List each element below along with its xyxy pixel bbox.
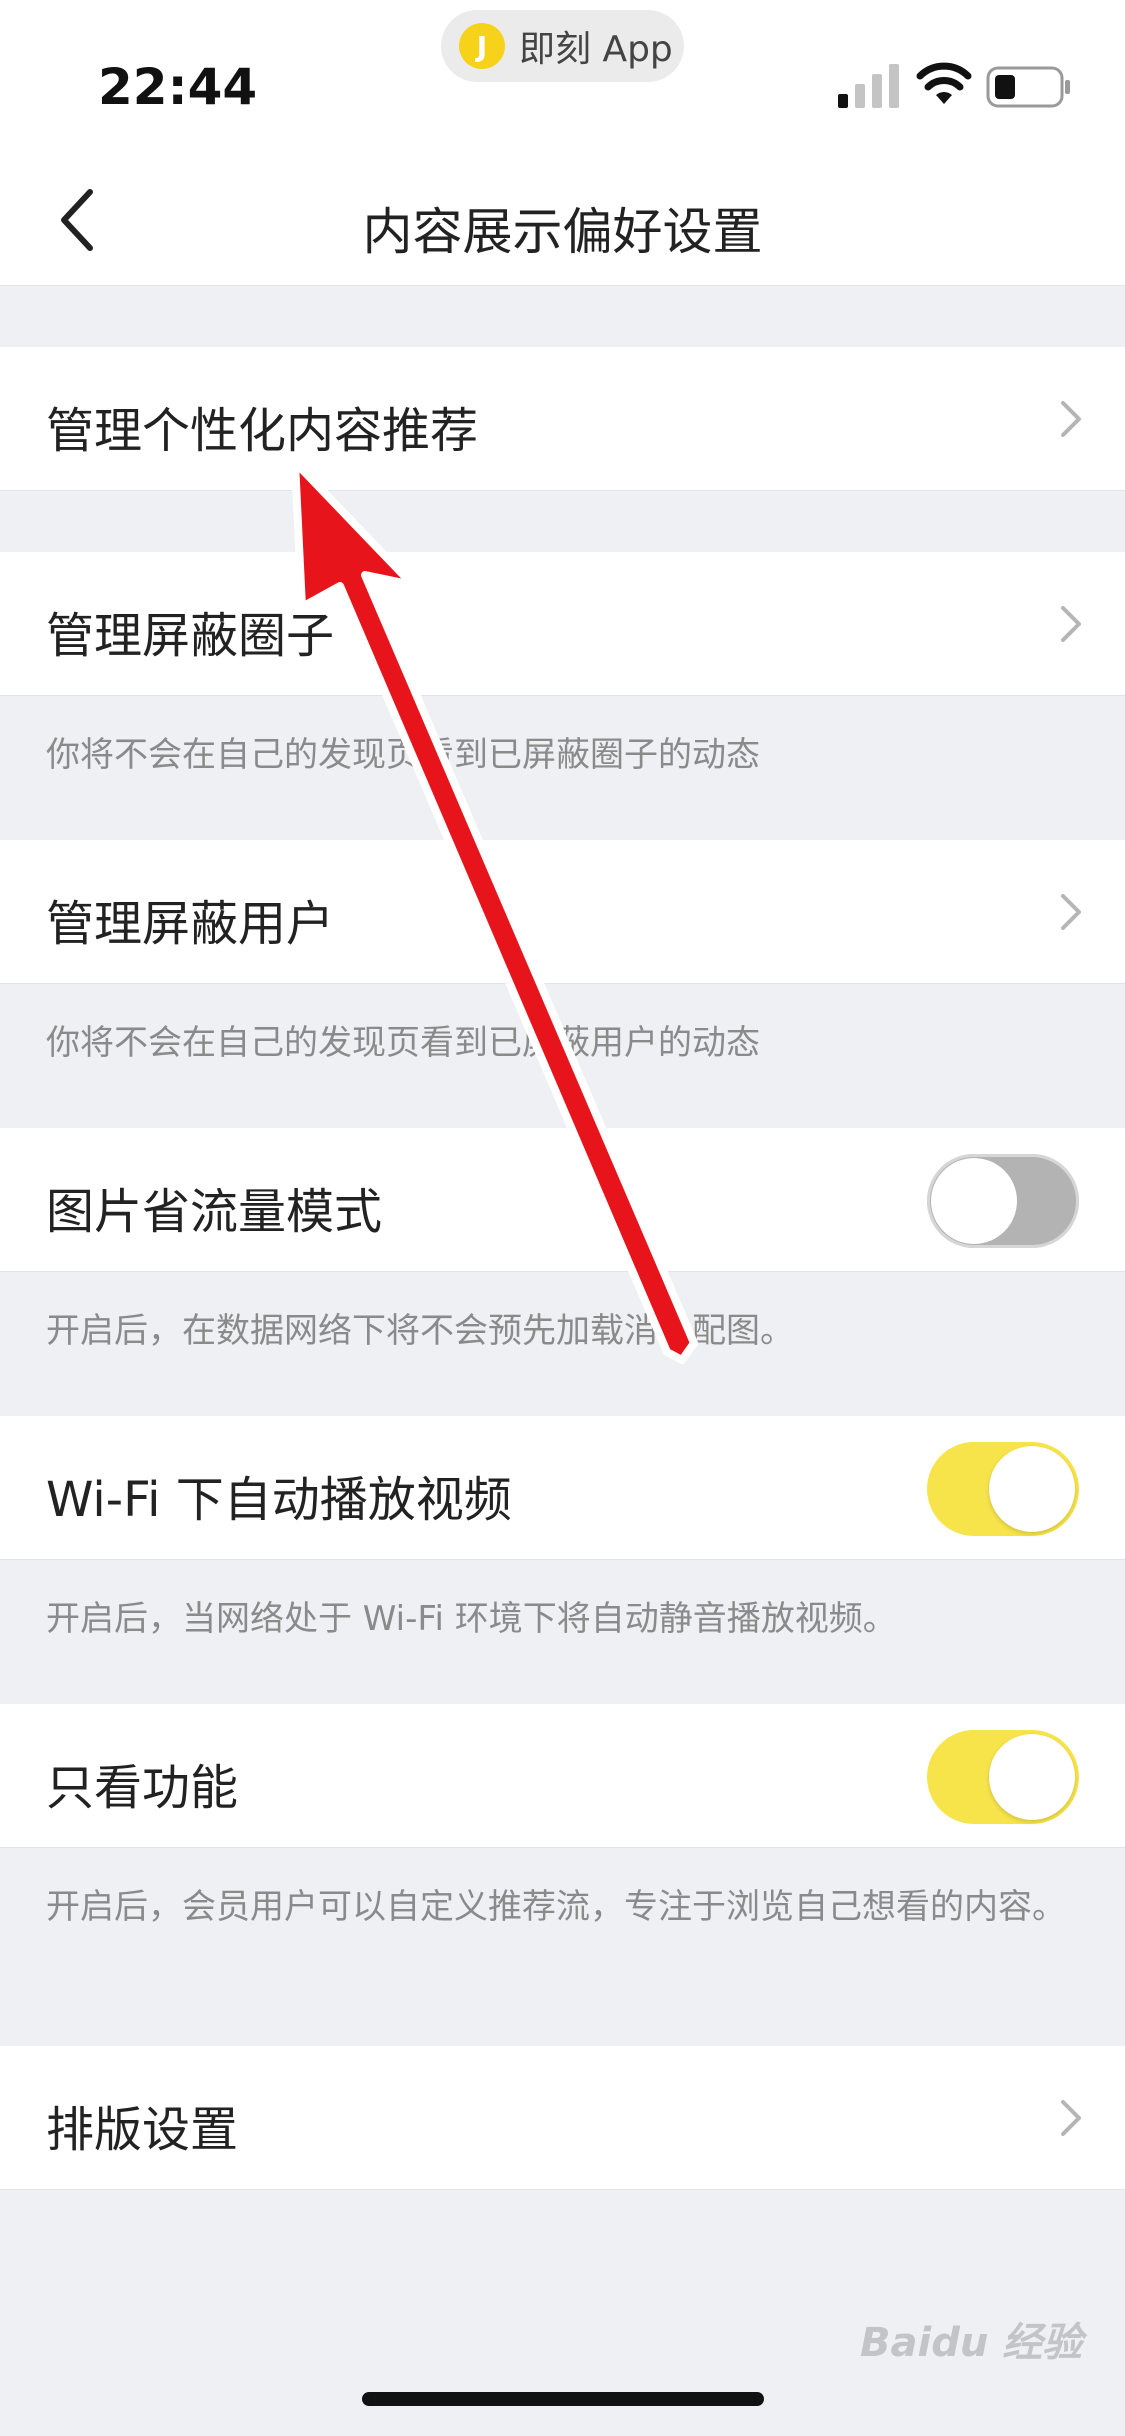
page-title: 内容展示偏好设置: [362, 203, 763, 261]
setting-row-data-saver: 图片省流量模式: [0, 1128, 1125, 1272]
chevron-right-icon: [1061, 2100, 1081, 2136]
setting-row-personalized-recommendations[interactable]: 管理个性化内容推荐: [0, 347, 1125, 491]
watermark: Baidu 经验: [860, 2320, 1083, 2366]
setting-label: 管理个性化内容推荐: [46, 403, 479, 459]
battery-icon: [986, 66, 1070, 108]
setting-label: 管理屏蔽用户: [46, 896, 335, 952]
status-time: 22:44: [98, 58, 258, 116]
app-pill[interactable]: J 即刻 App: [441, 10, 684, 82]
only-view-toggle[interactable]: [927, 1730, 1079, 1824]
status-bar: 22:44 J 即刻 App: [0, 0, 1125, 140]
setting-description: 开启后，会员用户可以自定义推荐流，专注于浏览自己想看的内容。: [46, 1887, 1066, 1927]
wifi-autoplay-toggle[interactable]: [927, 1442, 1079, 1536]
setting-description: 开启后，在数据网络下将不会预先加载消息配图。: [46, 1311, 794, 1351]
data-saver-toggle[interactable]: [927, 1154, 1079, 1248]
setting-row-only-view: 只看功能: [0, 1704, 1125, 1848]
setting-label: Wi-Fi 下自动播放视频: [46, 1472, 512, 1528]
setting-label: 图片省流量模式: [46, 1184, 383, 1240]
chevron-right-icon: [1061, 894, 1081, 930]
signal-icon: [838, 64, 899, 108]
setting-row-blocked-circles[interactable]: 管理屏蔽圈子: [0, 552, 1125, 696]
setting-label: 排版设置: [46, 2102, 239, 2158]
nav-bar: 内容展示偏好设置: [0, 140, 1125, 286]
chevron-right-icon: [1061, 401, 1081, 437]
home-indicator[interactable]: [362, 2392, 764, 2406]
app-logo-icon: J: [459, 23, 505, 69]
setting-description: 开启后，当网络处于 Wi-Fi 环境下将自动静音播放视频。: [46, 1599, 897, 1639]
setting-description: 你将不会在自己的发现页看到已屏蔽圈子的动态: [46, 735, 760, 775]
wifi-icon: [916, 62, 972, 104]
setting-label: 管理屏蔽圈子: [46, 608, 335, 664]
setting-label: 只看功能: [46, 1760, 239, 1816]
app-pill-label: 即刻 App: [519, 29, 673, 70]
setting-row-wifi-autoplay: Wi-Fi 下自动播放视频: [0, 1416, 1125, 1560]
setting-row-blocked-users[interactable]: 管理屏蔽用户: [0, 840, 1125, 984]
chevron-right-icon: [1061, 606, 1081, 642]
setting-row-layout[interactable]: 排版设置: [0, 2046, 1125, 2190]
setting-description: 你将不会在自己的发现页看到已屏蔽用户的动态: [46, 1023, 760, 1063]
